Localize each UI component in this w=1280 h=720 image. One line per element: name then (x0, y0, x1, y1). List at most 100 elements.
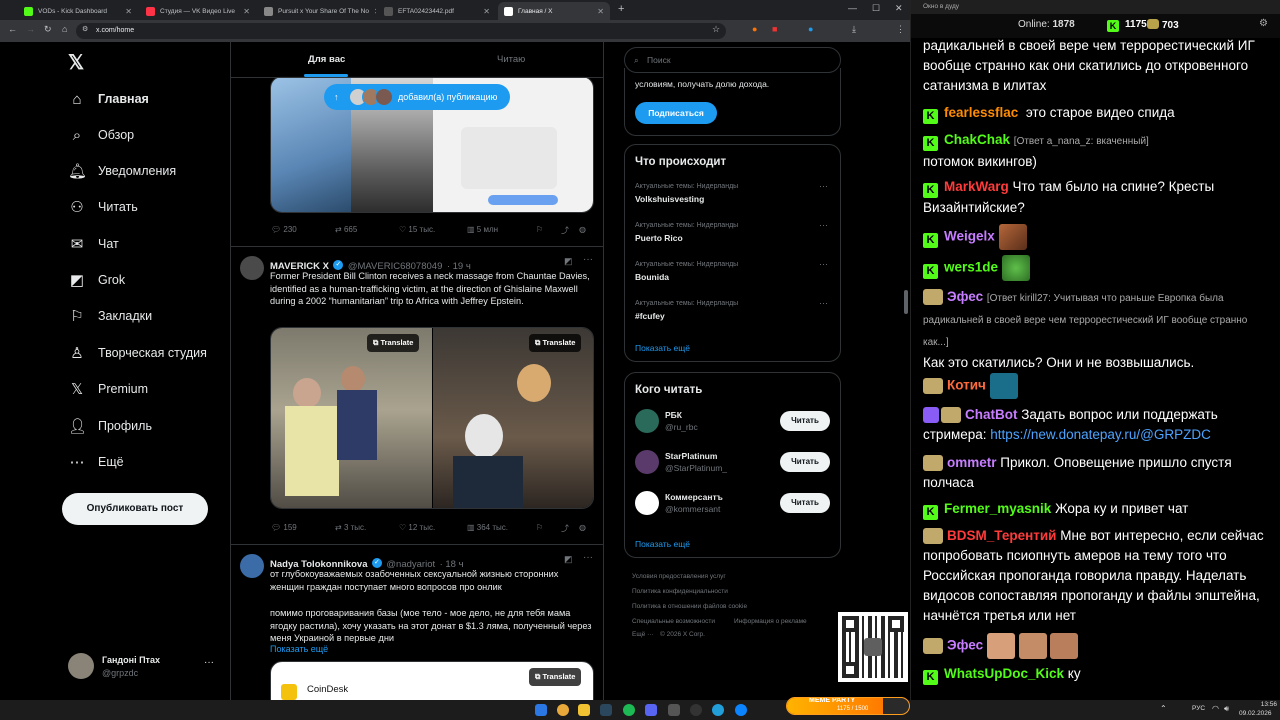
translate-button[interactable]: ⧉ Translate (529, 668, 582, 686)
volume-icon[interactable]: 🔊︎ (1224, 704, 1229, 714)
show-more-link[interactable]: Показать ещё (270, 644, 328, 654)
clock-time[interactable]: 13:56 (1243, 701, 1277, 708)
nav-item-3[interactable]: ⚇ Читать (68, 196, 138, 218)
telegram-icon[interactable] (712, 704, 724, 716)
nav-item-0[interactable]: ⌂ Главная (68, 88, 148, 110)
share-icon[interactable]: ⤴ (561, 225, 569, 236)
more-icon[interactable]: ··· (819, 298, 828, 308)
close-icon[interactable]: ✕ (243, 7, 250, 16)
start-icon[interactable] (535, 704, 547, 716)
more-icon[interactable]: ··· (583, 552, 593, 563)
views-button[interactable]: ▥ 5 млн (467, 225, 498, 234)
app-icon[interactable] (668, 704, 680, 716)
follow-suggestion-name[interactable]: Коммерсантъ (665, 492, 723, 502)
chrome-icon[interactable] (557, 704, 569, 716)
footer-link[interactable]: Информация о рекламе (734, 618, 807, 625)
close-icon[interactable]: ✕ (483, 7, 490, 16)
post[interactable]: Nadya Tolokonnikova ✓ @nadyariot · 18 ч … (231, 545, 603, 700)
more-icon[interactable]: ··· (583, 254, 593, 265)
extension-icon[interactable]: ● (808, 24, 813, 34)
like-button[interactable]: ♡ 12 тыс. (399, 523, 435, 532)
follow-button[interactable]: Читать (780, 493, 830, 513)
repost-button[interactable]: ⇄ 3 тыс. (335, 523, 366, 532)
nav-item-10[interactable]: ⋯ Ещё (68, 451, 124, 473)
footer-link[interactable]: Политика в отношении файлов cookie (632, 603, 747, 610)
close-icon[interactable]: ✕ (125, 7, 132, 16)
language-indicator[interactable]: РУС (1192, 705, 1205, 712)
edge-icon[interactable] (735, 704, 747, 716)
more-icon[interactable]: ··· (204, 657, 214, 668)
download-icon[interactable]: ⤓ (852, 24, 856, 35)
subscribe-button[interactable]: Подписаться (635, 102, 717, 124)
footer-link[interactable]: Ещё ··· (632, 631, 654, 638)
spotify-icon[interactable] (623, 704, 635, 716)
tab-following[interactable]: Читаю (497, 54, 525, 65)
like-button[interactable]: ♡ 15 тыс. (399, 225, 435, 234)
menu-kebab-icon[interactable]: ⋮ (896, 24, 905, 35)
footer-link[interactable]: Условия предоставления услуг (632, 573, 726, 580)
clock-date[interactable]: 09.02.2026 (1239, 710, 1272, 717)
avatar[interactable] (635, 450, 659, 474)
grok-icon[interactable]: ◩ (564, 554, 573, 565)
footer-link[interactable]: Политика конфиденциальности (632, 588, 728, 595)
more-icon[interactable]: ··· (819, 181, 828, 191)
close-icon[interactable]: ✕ (597, 7, 604, 16)
donate-link[interactable]: https://new.donatepay.ru/@GRPZDC (990, 427, 1211, 442)
more-icon[interactable]: ··· (819, 220, 828, 230)
nav-item-2[interactable]: 🔔︎ Уведомления (68, 160, 176, 182)
globe-icon[interactable]: ◍ (579, 225, 586, 234)
post-media[interactable]: ⧉ Translate ⧉ Translate (270, 327, 594, 509)
follow-suggestion-name[interactable]: StarPlatinum (665, 451, 717, 461)
account-switcher[interactable]: Гандоні Птах @grpzdc ··· (68, 653, 218, 683)
reply-button[interactable]: 💬︎ 159 (271, 523, 297, 532)
tray-chevron-icon[interactable]: ⌃ (1160, 704, 1167, 713)
maximize-icon[interactable]: ☐ (872, 3, 880, 14)
follow-button[interactable]: Читать (780, 452, 830, 472)
more-icon[interactable]: ··· (819, 259, 828, 269)
translate-button[interactable]: ⧉ Translate (529, 334, 582, 352)
bookmark-icon[interactable]: ⚐ (536, 225, 543, 234)
close-window-icon[interactable]: ✕ (895, 3, 903, 14)
network-icon[interactable]: ◠ (1212, 704, 1219, 713)
bookmark-icon[interactable]: ⚐ (536, 523, 543, 532)
steam-icon[interactable] (600, 704, 612, 716)
reply-button[interactable]: 💬︎ 230 (271, 225, 297, 234)
link-card[interactable]: CoinDesk ⧉ Translate (270, 661, 594, 700)
trend-item[interactable]: Puerto Rico (635, 233, 683, 243)
views-button[interactable]: ▥ 364 тыс. (467, 523, 508, 532)
avatar[interactable] (240, 256, 264, 280)
home-browser-icon[interactable]: ⌂ (62, 24, 67, 34)
trends-show-more[interactable]: Показать ещё (635, 343, 690, 353)
explorer-icon[interactable] (578, 704, 590, 716)
new-posts-pill[interactable]: ↑ добавил(а) публикацию (324, 84, 510, 110)
close-icon[interactable]: ✕ (374, 7, 376, 16)
post[interactable]: MAVERICK X ✓ @MAVERIC68078049 · 19 ч ◩ ·… (231, 247, 603, 545)
tab-kick[interactable]: VODs - Kick Dashboard ✕ (18, 2, 138, 20)
globe-icon[interactable]: ◍ (579, 523, 586, 532)
grok-icon[interactable]: ◩ (564, 256, 573, 267)
forward-icon[interactable]: → (26, 24, 35, 34)
trend-item[interactable]: Bounida (635, 272, 669, 282)
follow-suggestion-name[interactable]: РБК (665, 410, 682, 420)
reload-icon[interactable]: ↻ (44, 24, 52, 35)
nav-item-8[interactable]: 𝕏 Premium (68, 378, 148, 400)
discord-icon[interactable] (645, 704, 657, 716)
nav-item-6[interactable]: ⚐ Закладки (68, 305, 152, 327)
avatar[interactable] (635, 409, 659, 433)
avatar[interactable] (240, 554, 264, 578)
address-bar[interactable]: x.com/home (76, 23, 726, 39)
follow-button[interactable]: Читать (780, 411, 830, 431)
post-button[interactable]: Опубликовать пост (62, 493, 208, 525)
who-show-more[interactable]: Показать ещё (635, 539, 690, 549)
translate-button[interactable]: ⧉ Translate (367, 334, 420, 352)
scrollbar-thumb[interactable] (904, 290, 908, 314)
nav-item-4[interactable]: ✉ Чат (68, 233, 119, 255)
repost-button[interactable]: ⇄ 665 (335, 225, 357, 234)
trend-item[interactable]: Volkshuisvesting (635, 194, 704, 204)
tab-pursuit[interactable]: Pursuit x Your Share Of The No✕ (258, 2, 376, 20)
nav-item-5[interactable]: ◩ Grok (68, 269, 125, 291)
tab-for-you[interactable]: Для вас (308, 54, 345, 65)
nav-item-9[interactable]: 👤︎ Профиль (68, 415, 152, 437)
extension-icon[interactable]: ● (752, 24, 757, 34)
footer-link[interactable]: Специальные возможности (632, 618, 715, 625)
